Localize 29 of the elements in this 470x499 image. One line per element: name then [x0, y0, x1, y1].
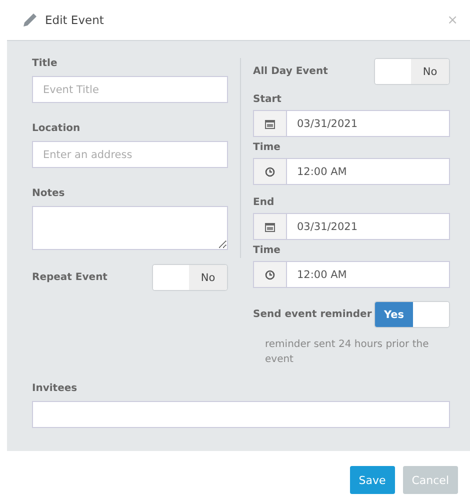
field-label: End [253, 197, 276, 208]
notes-textarea[interactable] [32, 206, 228, 250]
reminder-toggle[interactable]: Yes [374, 301, 450, 328]
time-input[interactable]: 12:00 AM [253, 261, 450, 288]
field-label: Title [32, 58, 58, 69]
time-input[interactable]: 12:00 AM [253, 158, 450, 185]
field-label: Time [253, 245, 282, 256]
calendar-icon [265, 222, 275, 232]
date-input[interactable]: 03/31/2021 [253, 213, 450, 240]
field-label: All Day Event [253, 66, 328, 77]
location-input[interactable]: Enter an address [32, 141, 228, 168]
dialog-title: Edit Event [45, 13, 104, 27]
repeat-event-toggle[interactable]: No [152, 264, 228, 291]
all-day-toggle[interactable]: No [374, 58, 450, 85]
invitees-input[interactable] [32, 401, 450, 428]
field-label: Time [253, 142, 282, 153]
clock-icon [265, 166, 275, 176]
field-label: Notes [32, 188, 66, 199]
date-input[interactable]: 03/31/2021 [253, 110, 450, 137]
field-label: Repeat Event [32, 272, 108, 283]
field-label: Send event reminder [253, 309, 372, 320]
pencil-icon [22, 12, 38, 28]
field-label: Location [32, 123, 82, 134]
field-label: Invitees [32, 383, 78, 394]
field-label: Start [253, 94, 282, 105]
calendar-icon [265, 118, 275, 128]
clock-icon [265, 270, 275, 280]
title-input[interactable]: Event Title [32, 76, 228, 103]
reminder-note: reminder sent 24 hours prior the event [265, 338, 430, 367]
